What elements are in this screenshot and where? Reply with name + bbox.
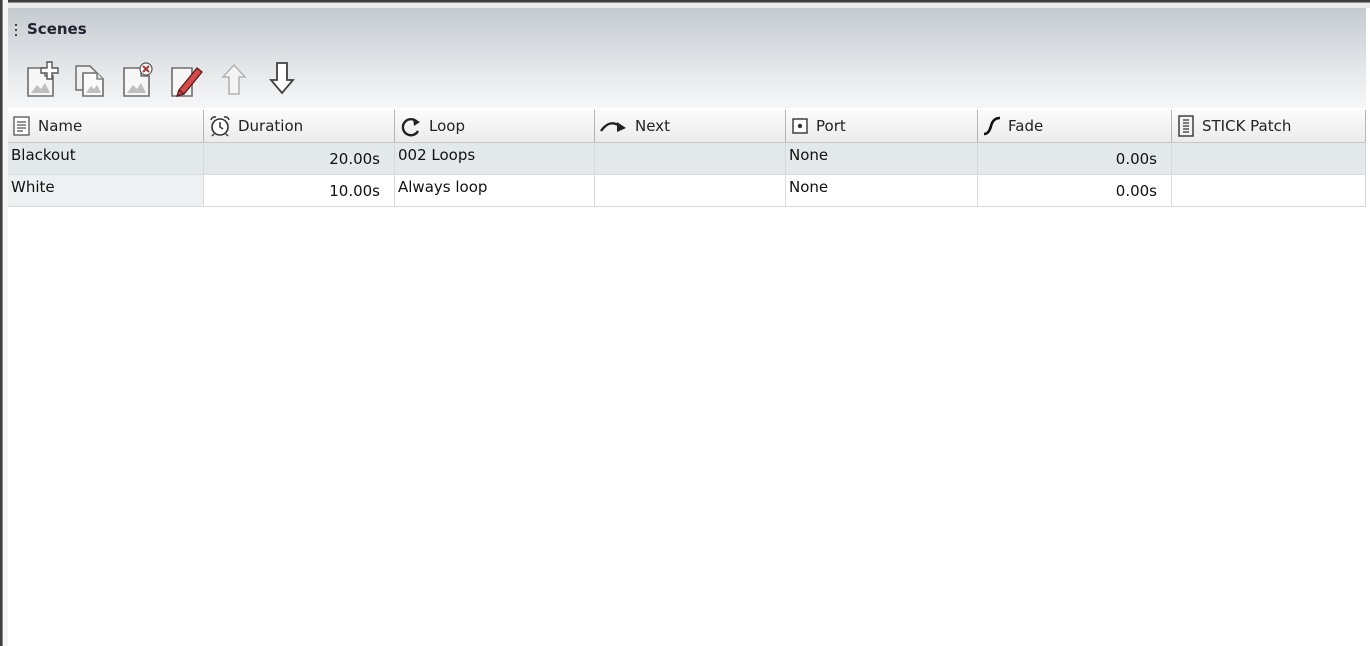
panel-title: Scenes [27, 20, 87, 38]
column-label: Fade [1008, 117, 1044, 135]
panel-header: Scenes [8, 8, 1366, 108]
cell-loop[interactable]: 002 Loops [395, 143, 595, 175]
move-down-button[interactable] [265, 60, 299, 98]
drag-grip-icon[interactable] [15, 24, 18, 40]
patch-icon [1178, 115, 1194, 137]
cell-port[interactable]: None [786, 175, 978, 207]
window-frame-top [0, 0, 1370, 8]
scene-toolbar [25, 60, 299, 98]
cell-duration[interactable]: 10.00s [204, 175, 395, 207]
cell-stick-patch[interactable] [1172, 143, 1366, 175]
edit-scene-icon [171, 67, 203, 97]
column-header-port[interactable]: Port [786, 110, 978, 142]
edit-scene-button[interactable] [169, 60, 203, 98]
column-header-duration[interactable]: Duration [204, 110, 395, 142]
cell-next[interactable] [595, 143, 786, 175]
delete-scene-icon [123, 62, 153, 97]
copy-scene-icon [75, 65, 104, 97]
column-label: Port [816, 117, 846, 135]
next-arrow-icon [600, 122, 626, 132]
cell-duration[interactable]: 20.00s [204, 143, 395, 175]
table-header: Name Duration Loop Next Port Fade STICK … [8, 110, 1366, 143]
new-scene-button[interactable] [25, 60, 59, 98]
cell-name[interactable]: Blackout [8, 143, 204, 175]
new-scene-icon [27, 61, 59, 97]
column-label: Next [635, 117, 670, 135]
move-up-button[interactable] [217, 60, 251, 98]
cell-fade[interactable]: 0.00s [978, 175, 1172, 207]
loop-arrow-icon [401, 118, 420, 137]
cell-stick-patch[interactable] [1172, 175, 1366, 207]
column-header-fade[interactable]: Fade [978, 110, 1172, 142]
column-label: Loop [429, 117, 465, 135]
column-header-next[interactable]: Next [595, 110, 786, 142]
column-label: Duration [238, 117, 304, 135]
copy-scene-button[interactable] [73, 60, 107, 98]
fade-curve-icon [983, 116, 1001, 136]
document-icon [13, 116, 30, 136]
table-row-white[interactable]: White 10.00s Always loop None 0.00s [8, 175, 1366, 207]
column-label: Name [38, 117, 83, 135]
port-icon [792, 118, 808, 134]
column-header-loop[interactable]: Loop [395, 110, 595, 142]
move-down-icon [269, 62, 295, 95]
delete-scene-button[interactable] [121, 60, 155, 98]
column-header-name[interactable]: Name [8, 110, 204, 142]
alarm-clock-icon [210, 116, 230, 137]
cell-loop[interactable]: Always loop [395, 175, 595, 207]
scenes-table: Name Duration Loop Next Port Fade STICK … [8, 110, 1366, 207]
column-header-stick-patch[interactable]: STICK Patch [1172, 110, 1366, 142]
cell-next[interactable] [595, 175, 786, 207]
column-label: STICK Patch [1202, 117, 1292, 135]
cell-port[interactable]: None [786, 143, 978, 175]
cell-name[interactable]: White [8, 175, 204, 207]
table-row-blackout[interactable]: Blackout 20.00s 002 Loops None 0.00s [8, 143, 1366, 175]
cell-fade[interactable]: 0.00s [978, 143, 1172, 175]
window-frame-left [0, 0, 8, 646]
move-up-icon [221, 63, 247, 95]
